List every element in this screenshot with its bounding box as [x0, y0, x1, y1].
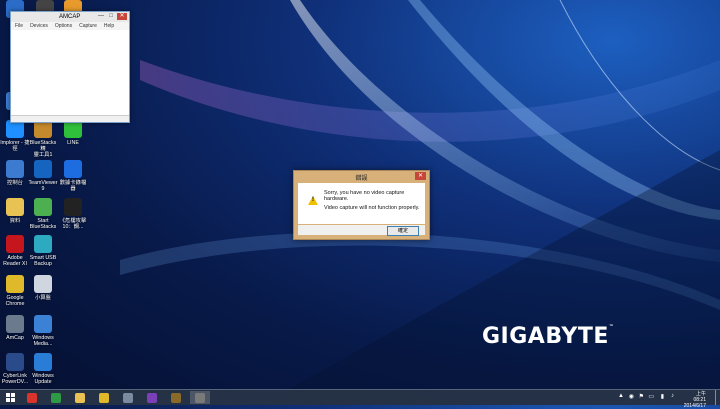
show-desktop-button[interactable] — [715, 390, 720, 405]
game-shortcut-icon[interactable]: 《危樓攻擊 10：鋼... — [58, 198, 88, 230]
desktop-icon-label: Windows Media... — [32, 335, 54, 347]
clock-date: 2014/6/17 — [683, 403, 706, 409]
desktop-icon-label: 小算盤 — [35, 295, 51, 301]
tray-arrow-icon[interactable]: ▲ — [618, 393, 624, 399]
window-controls: — □ ✕ — [97, 13, 127, 20]
ok-button[interactable]: 確定 — [387, 226, 419, 236]
desktop-icon-label: LINE — [67, 140, 79, 146]
line-icon[interactable]: LINE — [58, 120, 88, 146]
taskbar-amcap-icon[interactable] — [190, 391, 210, 404]
menu-options[interactable]: Options — [55, 22, 72, 30]
desktop-icon-label: BlueStacks精 靈工具1 — [29, 140, 57, 158]
dialog-title: 錯誤 — [355, 176, 368, 182]
taskbar-game-icon[interactable] — [166, 391, 186, 404]
amcap-glyph-icon — [6, 315, 24, 333]
bluestacks-tool-icon[interactable]: BlueStacks精 靈工具1 — [28, 120, 58, 158]
maximize-button[interactable]: □ — [107, 13, 115, 20]
menu-file[interactable]: File — [15, 22, 23, 30]
menu-help[interactable]: Help — [104, 22, 114, 30]
dialog-close-button[interactable]: ✕ — [415, 172, 426, 180]
desktop-icon-label: AmCap — [6, 335, 24, 341]
menu-devices[interactable]: Devices — [30, 22, 48, 30]
dialog-message-line1: Sorry, you have no video capture hardwar… — [324, 190, 405, 202]
adobe-reader-icon[interactable]: Adobe Reader XI — [0, 235, 30, 267]
control-panel-icon[interactable]: 控制台 — [0, 160, 30, 186]
tray-flag-icon[interactable]: ⚑ — [639, 393, 644, 400]
taskbar-chrome-icon[interactable] — [94, 391, 114, 404]
start-bluestacks-glyph-icon — [34, 198, 52, 216]
desktop-icon-label: Google Chrome — [5, 295, 25, 307]
error-dialog[interactable]: 錯誤 ✕ ! Sorry, you have no video capture … — [293, 170, 430, 240]
warning-icon: ! — [308, 196, 318, 205]
dialog-titlebar[interactable]: 錯誤 ✕ — [294, 171, 429, 182]
start-bluestacks-icon[interactable]: Start BlueStacks — [28, 198, 58, 230]
clock[interactable]: 上午 08:21 2014/6/17 — [684, 391, 706, 409]
amcap-window[interactable]: AMCAP — □ ✕ File Devices Options Capture… — [10, 11, 130, 123]
close-button[interactable]: ✕ — [117, 13, 127, 20]
desktop-icon-label: lmplorer - 捷 徑 — [0, 140, 30, 152]
dialog-content: ! Sorry, you have no video capture hardw… — [298, 183, 425, 224]
amcap-status-bar — [11, 115, 129, 122]
desktop-icon-label: Windows Update — [32, 373, 54, 385]
control-panel-glyph-icon — [6, 160, 24, 178]
menu-capture[interactable]: Capture — [79, 22, 97, 30]
calculator-icon[interactable]: 小算盤 — [28, 275, 58, 301]
desktop-icon-label: 數據卡錄檔 器 — [59, 180, 87, 192]
desktop-icon-label: CyberLink PowerDV... — [1, 373, 29, 385]
tray-signal-icon[interactable]: ▮ — [661, 393, 664, 400]
desktop-icon-label: Adobe Reader XI — [3, 255, 27, 267]
clock-time: 上午 08:21 — [693, 391, 706, 403]
chrome-glyph-icon — [6, 275, 24, 293]
desktop-icon-label: 資料 — [9, 218, 21, 224]
desktop-icon-label: Smart USB Backup — [29, 255, 57, 267]
folder-icon[interactable]: 資料 — [0, 198, 30, 224]
tray-battery-icon[interactable]: ▭ — [648, 393, 654, 400]
gigabyte-logo: GIGABYTE™ — [482, 324, 614, 349]
taskbar-media-icon[interactable] — [118, 391, 138, 404]
calculator-glyph-icon — [34, 275, 52, 293]
desktop-icon-label: 《危樓攻擊 10：鋼... — [59, 218, 87, 230]
capture-recorder-icon[interactable]: 數據卡錄檔 器 — [58, 160, 88, 192]
minimize-button[interactable]: — — [97, 13, 105, 20]
dialog-message-line2: Video capture will not function properly… — [324, 205, 420, 211]
tray-network-icon[interactable]: ◉ — [629, 393, 634, 400]
chrome-icon[interactable]: Google Chrome — [0, 275, 30, 307]
windows-start-button[interactable] — [6, 393, 16, 403]
teamviewer-glyph-icon — [34, 160, 52, 178]
windows-update-glyph-icon — [34, 353, 52, 371]
windows-media-icon[interactable]: Windows Media... — [28, 315, 58, 347]
desktop-icon-label: TeamViewer 9 — [28, 180, 58, 192]
adobe-reader-glyph-icon — [6, 235, 24, 253]
smart-usb-backup-icon[interactable]: Smart USB Backup — [28, 235, 58, 267]
capture-recorder-glyph-icon — [64, 160, 82, 178]
folder-glyph-icon — [6, 198, 24, 216]
amcap-title: AMCAP — [59, 14, 81, 20]
desktop-icon-label: 控制台 — [7, 180, 23, 186]
taskbar-opera-icon[interactable] — [22, 391, 42, 404]
cyberlink-icon[interactable]: CyberLink PowerDV... — [0, 353, 30, 385]
smart-usb-backup-glyph-icon — [34, 235, 52, 253]
teamviewer-icon[interactable]: TeamViewer 9 — [28, 160, 58, 192]
desktop-icon-label: Start BlueStacks — [29, 218, 57, 230]
game-shortcut-glyph-icon — [64, 198, 82, 216]
dialog-footer: 確定 — [298, 225, 425, 236]
brand-name: GIGABYTE — [482, 324, 609, 349]
amcap-icon[interactable]: AmCap — [0, 315, 30, 341]
tray-volume-icon[interactable]: ♪ — [671, 393, 674, 399]
amcap-preview-area — [11, 30, 129, 122]
amcap-menubar: File Devices Options Capture Help — [11, 22, 129, 30]
taskbar: ▲ ◉ ⚑ ▭ ▮ ♪ 上午 08:21 2014/6/17 — [0, 389, 720, 409]
taskbar-explorer-icon[interactable] — [70, 391, 90, 404]
cyberlink-glyph-icon — [6, 353, 24, 371]
windows-update-icon[interactable]: Windows Update — [28, 353, 58, 385]
windows-media-glyph-icon — [34, 315, 52, 333]
internet-explorer-icon[interactable]: lmplorer - 捷 徑 — [0, 120, 30, 152]
taskbar-vs-icon[interactable] — [142, 391, 162, 404]
trademark-mark: ™ — [608, 324, 615, 330]
amcap-titlebar[interactable]: AMCAP — □ ✕ — [11, 12, 129, 22]
taskbar-store-icon[interactable] — [46, 391, 66, 404]
